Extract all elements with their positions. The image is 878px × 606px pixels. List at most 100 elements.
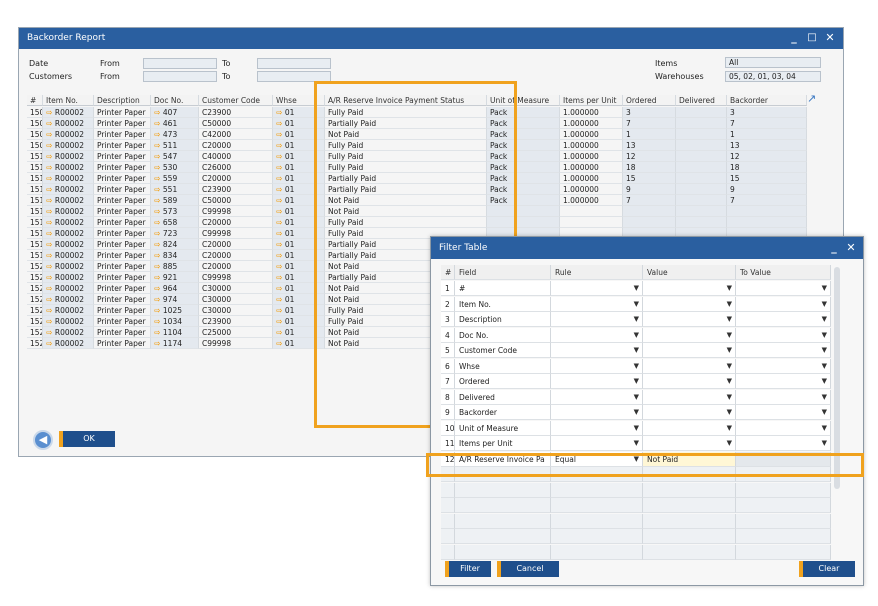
filter-cell[interactable]: ▼ xyxy=(643,436,736,451)
link-arrow-icon[interactable]: ⇨ xyxy=(46,196,55,205)
link-arrow-icon[interactable]: ⇨ xyxy=(46,251,55,260)
dropdown-arrow-icon[interactable]: ▼ xyxy=(822,390,827,404)
grid-header-cell[interactable]: Items per Unit xyxy=(560,95,623,106)
link-arrow-icon[interactable]: ⇨ xyxy=(46,207,55,216)
link-arrow-icon[interactable]: ⇨ xyxy=(276,306,285,315)
link-arrow-icon[interactable]: ⇨ xyxy=(154,251,163,260)
filter-close-icon[interactable]: ✕ xyxy=(844,241,858,255)
link-arrow-icon[interactable]: ⇨ xyxy=(154,174,163,183)
filter-cell[interactable]: ▼ xyxy=(643,389,736,405)
back-arrow-icon[interactable]: ◀ xyxy=(33,430,53,450)
link-arrow-icon[interactable]: ⇨ xyxy=(46,295,55,304)
link-arrow-icon[interactable]: ⇨ xyxy=(154,295,163,304)
filter-cell[interactable]: ▼ xyxy=(736,358,831,374)
link-arrow-icon[interactable]: ⇨ xyxy=(276,339,285,348)
dropdown-arrow-icon[interactable]: ▼ xyxy=(727,312,732,326)
link-arrow-icon[interactable]: ⇨ xyxy=(46,141,55,150)
link-arrow-icon[interactable]: ⇨ xyxy=(276,163,285,172)
main-titlebar[interactable]: Backorder Report _ □ ✕ xyxy=(19,28,843,49)
filter-cell[interactable]: ▼ xyxy=(551,405,643,420)
link-arrow-icon[interactable]: ⇨ xyxy=(46,339,55,348)
filter-cell[interactable]: ▼ xyxy=(643,327,736,343)
filter-cell[interactable]: ▼ xyxy=(736,374,831,389)
filter-cell[interactable]: ▼ xyxy=(736,312,831,327)
link-arrow-icon[interactable]: ⇨ xyxy=(46,163,55,172)
link-arrow-icon[interactable]: ⇨ xyxy=(46,273,55,282)
filter-row[interactable] xyxy=(441,498,838,513)
link-arrow-icon[interactable]: ⇨ xyxy=(276,229,285,238)
filter-cell[interactable]: ▼ xyxy=(551,389,643,405)
filter-cell[interactable]: ▼ xyxy=(551,436,643,451)
ok-button[interactable]: OK xyxy=(59,431,115,447)
dropdown-arrow-icon[interactable]: ▼ xyxy=(634,374,639,388)
filter-cell[interactable]: ▼ xyxy=(551,327,643,343)
dropdown-arrow-icon[interactable]: ▼ xyxy=(634,281,639,295)
filter-cell[interactable]: ▼ xyxy=(736,296,831,312)
dropdown-arrow-icon[interactable]: ▼ xyxy=(822,405,827,419)
filter-cell[interactable]: ▼ xyxy=(551,296,643,312)
link-arrow-icon[interactable]: ⇨ xyxy=(154,240,163,249)
link-arrow-icon[interactable]: ⇨ xyxy=(276,273,285,282)
link-arrow-icon[interactable]: ⇨ xyxy=(276,196,285,205)
link-arrow-icon[interactable]: ⇨ xyxy=(276,141,285,150)
dropdown-arrow-icon[interactable]: ▼ xyxy=(634,328,639,342)
filter-row[interactable]: 6 Whse ▼ ▼ ▼ xyxy=(441,358,838,374)
link-arrow-icon[interactable]: ⇨ xyxy=(154,130,163,139)
link-arrow-icon[interactable]: ⇨ xyxy=(276,130,285,139)
filter-row[interactable]: 11 Items per Unit ▼ ▼ ▼ xyxy=(441,436,838,451)
items-field[interactable]: All xyxy=(725,57,821,68)
dropdown-arrow-icon[interactable]: ▼ xyxy=(822,436,827,450)
close-icon[interactable]: ✕ xyxy=(823,31,837,45)
dropdown-arrow-icon[interactable]: ▼ xyxy=(822,343,827,357)
dropdown-arrow-icon[interactable]: ▼ xyxy=(822,297,827,311)
link-arrow-icon[interactable]: ⇨ xyxy=(154,108,163,117)
link-arrow-icon[interactable]: ⇨ xyxy=(276,284,285,293)
dropdown-arrow-icon[interactable]: ▼ xyxy=(727,436,732,450)
expand-icon[interactable]: ↗ xyxy=(807,92,816,105)
grid-header-cell[interactable]: Ordered xyxy=(623,95,676,106)
filter-cell[interactable]: ▼ xyxy=(736,343,831,358)
filter-cell[interactable]: ▼ xyxy=(643,343,736,358)
filter-cell[interactable]: ▼ xyxy=(551,358,643,374)
dropdown-arrow-icon[interactable]: ▼ xyxy=(822,281,827,295)
filter-cell[interactable]: ▼ xyxy=(643,405,736,420)
link-arrow-icon[interactable]: ⇨ xyxy=(276,218,285,227)
link-arrow-icon[interactable]: ⇨ xyxy=(46,306,55,315)
filter-cell[interactable]: ▼ xyxy=(551,281,643,296)
filter-cell[interactable]: ▼ xyxy=(643,358,736,374)
link-arrow-icon[interactable]: ⇨ xyxy=(46,284,55,293)
link-arrow-icon[interactable]: ⇨ xyxy=(276,207,285,216)
grid-header-cell[interactable]: Doc No. xyxy=(151,95,199,106)
filter-row[interactable] xyxy=(441,482,838,498)
link-arrow-icon[interactable]: ⇨ xyxy=(154,141,163,150)
dropdown-arrow-icon[interactable]: ▼ xyxy=(727,405,732,419)
link-arrow-icon[interactable]: ⇨ xyxy=(154,185,163,194)
link-arrow-icon[interactable]: ⇨ xyxy=(46,130,55,139)
link-arrow-icon[interactable]: ⇨ xyxy=(276,295,285,304)
link-arrow-icon[interactable]: ⇨ xyxy=(276,251,285,260)
filter-titlebar[interactable]: Filter Table _ ✕ xyxy=(431,237,863,259)
link-arrow-icon[interactable]: ⇨ xyxy=(276,174,285,183)
warehouses-field[interactable]: 05, 02, 01, 03, 04 xyxy=(725,71,821,82)
link-arrow-icon[interactable]: ⇨ xyxy=(276,328,285,337)
filter-cell[interactable]: ▼ xyxy=(551,420,643,436)
link-arrow-icon[interactable]: ⇨ xyxy=(276,119,285,128)
maximize-icon[interactable]: □ xyxy=(805,31,819,45)
date-to-field[interactable] xyxy=(257,58,331,69)
link-arrow-icon[interactable]: ⇨ xyxy=(46,218,55,227)
link-arrow-icon[interactable]: ⇨ xyxy=(154,328,163,337)
link-arrow-icon[interactable]: ⇨ xyxy=(154,262,163,271)
link-arrow-icon[interactable]: ⇨ xyxy=(154,152,163,161)
dropdown-arrow-icon[interactable]: ▼ xyxy=(727,343,732,357)
dropdown-arrow-icon[interactable]: ▼ xyxy=(727,297,732,311)
filter-minimize-icon[interactable]: _ xyxy=(827,241,841,255)
filter-cell[interactable]: ▼ xyxy=(736,405,831,420)
grid-header-cell[interactable]: Item No. xyxy=(43,95,94,106)
dropdown-arrow-icon[interactable]: ▼ xyxy=(634,312,639,326)
link-arrow-icon[interactable]: ⇨ xyxy=(154,229,163,238)
filter-cell[interactable]: ▼ xyxy=(736,281,831,296)
link-arrow-icon[interactable]: ⇨ xyxy=(46,262,55,271)
filter-row[interactable]: 9 Backorder ▼ ▼ ▼ xyxy=(441,405,838,420)
date-from-field[interactable] xyxy=(143,58,217,69)
dropdown-arrow-icon[interactable]: ▼ xyxy=(634,359,639,373)
